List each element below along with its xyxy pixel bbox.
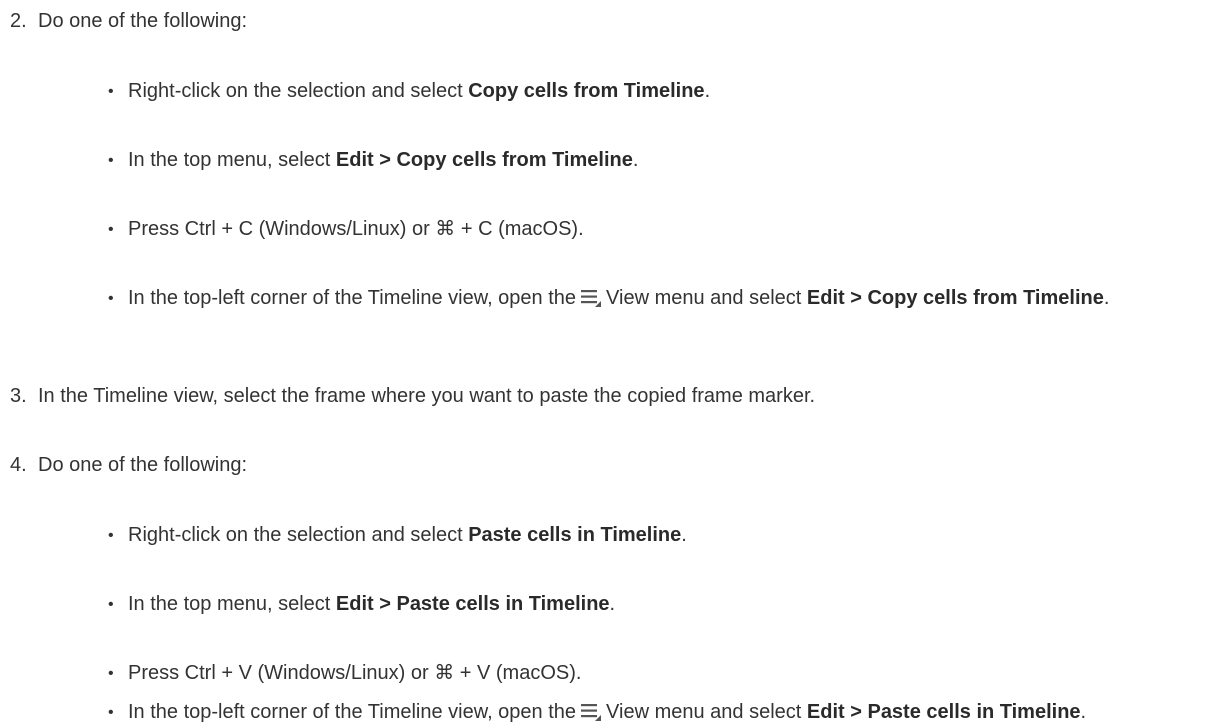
menu-command: Edit > Copy cells from Timeline — [335, 149, 633, 171]
bullet-dot: • — [108, 290, 114, 307]
step-text: Do one of the following: — [38, 454, 248, 476]
item-text: In the top-left corner of the Timeline v… — [128, 287, 577, 309]
view-menu-icon — [580, 287, 602, 316]
item-text-end: . — [1103, 287, 1110, 309]
item-text-end: . — [1080, 701, 1087, 723]
bullet-dot: • — [108, 596, 114, 613]
item-text-end: . — [609, 593, 616, 615]
step-2: 2. Do one of the following: — [10, 7, 247, 36]
step-number: 2. — [10, 10, 27, 32]
list-item: • Right-click on the selection and selec… — [108, 521, 1188, 550]
menu-command: Copy cells from Timeline — [468, 80, 705, 102]
list-item: • In the top menu, select Edit > Copy ce… — [108, 146, 1188, 175]
list-item: • In the top-left corner of the Timeline… — [108, 284, 1188, 316]
menu-command: Edit > Copy cells from Timeline — [806, 287, 1104, 309]
bullet-dot: • — [108, 527, 114, 544]
step-text: In the Timeline view, select the frame w… — [38, 385, 816, 407]
step-number: 3. — [10, 385, 27, 407]
item-text-end: . — [632, 149, 639, 171]
item-text-mid: View menu and select — [606, 287, 807, 309]
bullet-dot: • — [108, 83, 114, 100]
item-text: In the top menu, select — [128, 593, 336, 615]
list-item: • In the top menu, select Edit > Paste c… — [108, 590, 1188, 619]
step-4: 4. Do one of the following: — [10, 451, 247, 480]
step-number: 4. — [10, 454, 27, 476]
bullet-dot: • — [108, 665, 114, 682]
menu-command: Edit > Paste cells in Timeline — [806, 701, 1081, 723]
step-text: Do one of the following: — [38, 10, 248, 32]
item-text: In the top menu, select — [128, 149, 336, 171]
list-item: • In the top-left corner of the Timeline… — [108, 698, 1188, 727]
document-body: 2. Do one of the following: • Right-click… — [0, 0, 1212, 727]
list-item: • Right-click on the selection and selec… — [108, 77, 1188, 106]
bullet-dot: • — [108, 221, 114, 238]
view-menu-icon — [580, 701, 602, 727]
item-text: Right-click on the selection and select — [128, 524, 469, 546]
list-item: • Press Ctrl + C (Windows/Linux) or ⌘ + … — [108, 215, 1188, 244]
menu-command: Paste cells in Timeline — [468, 524, 682, 546]
item-text: Right-click on the selection and select — [128, 80, 469, 102]
item-text: Press Ctrl + V (Windows/Linux) or ⌘ + V … — [128, 662, 582, 684]
step-3: 3. In the Timeline view, select the frame… — [10, 382, 815, 411]
item-text: In the top-left corner of the Timeline v… — [128, 701, 577, 723]
item-text: Press Ctrl + C (Windows/Linux) or ⌘ + C … — [128, 218, 584, 240]
bullet-dot: • — [108, 704, 114, 721]
item-text-mid: View menu and select — [606, 701, 807, 723]
item-text-end: . — [704, 80, 711, 102]
item-text-end: . — [681, 524, 687, 546]
list-item: • Press Ctrl + V (Windows/Linux) or ⌘ + … — [108, 659, 1188, 688]
bullet-dot: • — [108, 152, 114, 169]
menu-command: Edit > Paste cells in Timeline — [335, 593, 610, 615]
